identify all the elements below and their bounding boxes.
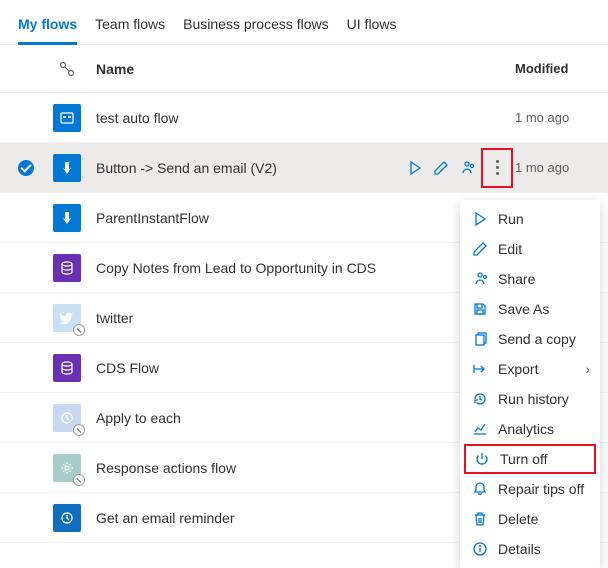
menu-details[interactable]: Details	[460, 534, 600, 564]
power-icon	[474, 451, 490, 467]
flow-name[interactable]: Copy Notes from Lead to Opportunity in C…	[88, 260, 380, 276]
tab-bar: My flows Team flows Business process flo…	[0, 0, 608, 45]
disabled-badge-icon	[73, 424, 85, 436]
bell-icon	[472, 481, 488, 497]
flow-icon-button	[53, 154, 81, 182]
analytics-icon	[472, 421, 488, 437]
menu-run[interactable]: Run	[460, 204, 600, 234]
list-header: Name Modified	[0, 45, 608, 93]
menu-label: Edit	[498, 241, 522, 257]
flow-icon-schedule	[53, 104, 81, 132]
flow-modified: 1 mo ago	[515, 160, 590, 175]
more-actions-button[interactable]	[485, 152, 509, 184]
flow-type-icon	[46, 61, 88, 77]
header-name[interactable]: Name	[88, 61, 380, 77]
menu-label: Details	[498, 541, 541, 557]
flow-icon-clock	[53, 404, 81, 432]
menu-label: Export	[498, 361, 538, 377]
flow-name[interactable]: ParentInstantFlow	[88, 210, 380, 226]
menu-send-copy[interactable]: Send a copy	[460, 324, 600, 354]
disabled-badge-icon	[73, 324, 85, 336]
flow-modified: 1 mo ago	[515, 110, 590, 125]
menu-label: Save As	[498, 301, 549, 317]
menu-analytics[interactable]: Analytics	[460, 414, 600, 444]
flow-icon-button	[53, 204, 81, 232]
trash-icon	[472, 511, 488, 527]
share-icon[interactable]	[459, 160, 475, 176]
flow-name[interactable]: Apply to each	[88, 410, 380, 426]
flow-row[interactable]: test auto flow 1 mo ago	[0, 93, 608, 143]
menu-label: Analytics	[498, 421, 554, 437]
flow-name[interactable]: test auto flow	[88, 110, 380, 126]
history-icon	[472, 391, 488, 407]
tab-ui-flows[interactable]: UI flows	[347, 10, 397, 44]
row-checkbox-checked[interactable]	[18, 160, 34, 176]
menu-repair-tips-off[interactable]: Repair tips off	[460, 474, 600, 504]
copy-icon	[472, 331, 488, 347]
context-menu: Run Edit Share Save As Send a copy Expor…	[460, 200, 600, 568]
menu-edit[interactable]: Edit	[460, 234, 600, 264]
flow-name[interactable]: twitter	[88, 310, 380, 326]
share-icon	[472, 271, 488, 287]
tab-team-flows[interactable]: Team flows	[95, 10, 165, 44]
flow-icon-database	[53, 354, 81, 382]
menu-label: Share	[498, 271, 535, 287]
export-icon	[472, 361, 488, 377]
menu-export[interactable]: Export	[460, 354, 600, 384]
flow-icon-clock	[53, 504, 81, 532]
flow-icon-database	[53, 254, 81, 282]
menu-label: Turn off	[500, 451, 547, 467]
flow-icon-gear	[53, 454, 81, 482]
run-icon[interactable]	[407, 160, 423, 176]
menu-label: Delete	[498, 511, 538, 527]
flow-icon-twitter	[53, 304, 81, 332]
menu-turn-off[interactable]: Turn off	[464, 444, 596, 474]
menu-label: Send a copy	[498, 331, 576, 347]
header-modified[interactable]: Modified	[515, 61, 590, 76]
flow-name[interactable]: Response actions flow	[88, 460, 380, 476]
tab-my-flows[interactable]: My flows	[18, 10, 77, 45]
save-icon	[472, 301, 488, 317]
menu-run-history[interactable]: Run history	[460, 384, 600, 414]
flow-name[interactable]: Get an email reminder	[88, 510, 380, 526]
menu-delete[interactable]: Delete	[460, 504, 600, 534]
menu-label: Run history	[498, 391, 569, 407]
flow-row-selected[interactable]: Button -> Send an email (V2) 1 mo ago	[0, 143, 608, 193]
info-icon	[472, 541, 488, 557]
menu-share[interactable]: Share	[460, 264, 600, 294]
flow-name[interactable]: Button -> Send an email (V2)	[88, 160, 380, 176]
tab-bpf[interactable]: Business process flows	[183, 10, 329, 44]
more-icon	[496, 160, 499, 175]
play-icon	[472, 211, 488, 227]
menu-label: Run	[498, 211, 524, 227]
disabled-badge-icon	[73, 474, 85, 486]
pencil-icon	[472, 241, 488, 257]
edit-icon[interactable]	[433, 160, 449, 176]
menu-label: Repair tips off	[498, 481, 584, 497]
menu-save-as[interactable]: Save As	[460, 294, 600, 324]
flow-name[interactable]: CDS Flow	[88, 360, 380, 376]
